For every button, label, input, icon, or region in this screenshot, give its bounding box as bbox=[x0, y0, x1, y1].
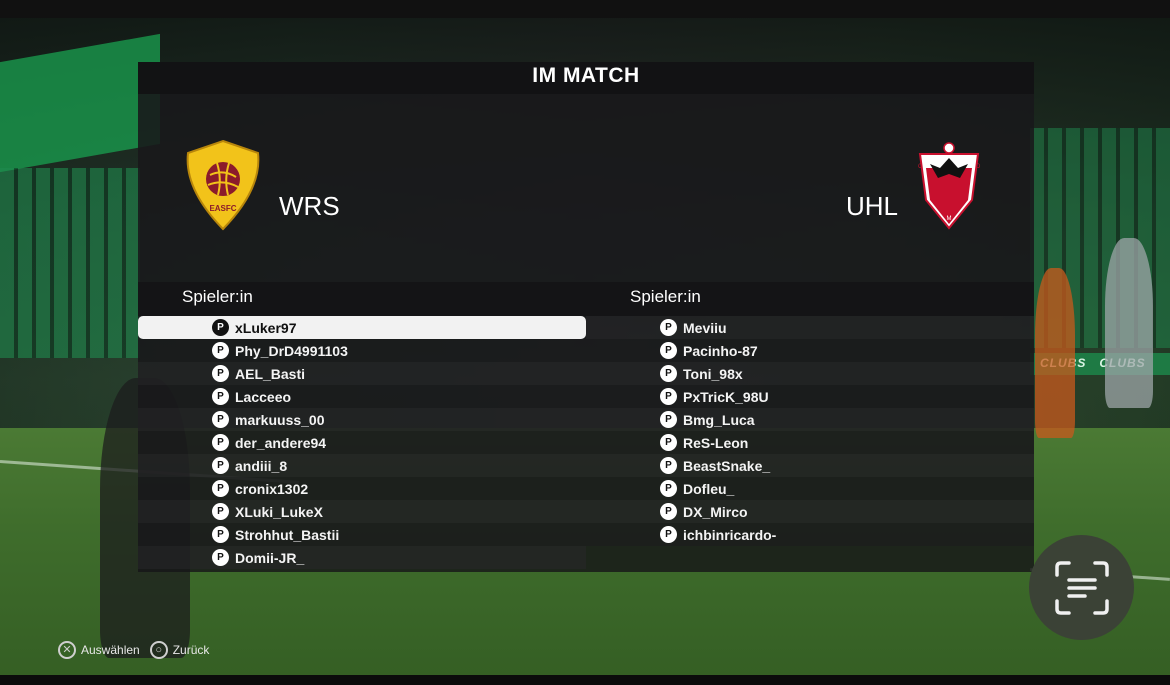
player-name: ichbinricardo- bbox=[683, 526, 777, 543]
player-name: Strohhut_Bastii bbox=[235, 526, 340, 543]
playstation-icon: P bbox=[212, 342, 229, 359]
home-column-header: Spieler:in bbox=[138, 282, 586, 316]
player-row[interactable]: P BeastSnake_ bbox=[586, 454, 1034, 477]
player-row[interactable]: P PxTricK_98U bbox=[586, 385, 1034, 408]
playstation-icon: P bbox=[660, 480, 677, 497]
player-name: XLuki_LukeX bbox=[235, 503, 323, 520]
steward bbox=[1035, 268, 1075, 438]
player-name: DX_Mirco bbox=[683, 503, 748, 520]
away-player-list: P Meviiu P Pacinho-87 P Toni_98x P PxTricK_98U P… bbox=[586, 316, 1034, 546]
player-row[interactable]: P Lacceeo bbox=[138, 385, 586, 408]
player-row[interactable]: P Phy_DrD4991103 bbox=[138, 339, 586, 362]
player-name: Meviiu bbox=[683, 319, 727, 336]
playstation-icon: P bbox=[660, 388, 677, 405]
playstation-icon: P bbox=[660, 526, 677, 543]
ea-banner bbox=[0, 33, 160, 173]
playstation-icon: P bbox=[212, 388, 229, 405]
playstation-icon: P bbox=[212, 457, 229, 474]
player-name: ReS-Leon bbox=[683, 434, 749, 451]
select-hint[interactable]: ✕ Auswählen bbox=[58, 641, 140, 659]
player-row[interactable]: P Meviiu bbox=[586, 316, 1034, 339]
player-name: BeastSnake_ bbox=[683, 457, 771, 474]
svg-text:M: M bbox=[947, 216, 952, 222]
player-row[interactable]: P Toni_98x bbox=[586, 362, 1034, 385]
svg-text:D: D bbox=[976, 164, 981, 170]
playstation-icon: P bbox=[212, 503, 229, 520]
back-hint-label: Zurück bbox=[172, 643, 210, 657]
player-row[interactable]: P Domii-JR_ bbox=[138, 546, 586, 569]
away-column-header: Spieler:in bbox=[586, 282, 1034, 316]
away-crest-icon: C D M bbox=[918, 142, 981, 230]
player-row[interactable]: P Bmg_Luca bbox=[586, 408, 1034, 431]
player-row[interactable]: P AEL_Basti bbox=[138, 362, 586, 385]
player-name: xLuker97 bbox=[235, 319, 297, 336]
playstation-icon: P bbox=[212, 319, 229, 336]
player-name: markuuss_00 bbox=[235, 411, 325, 428]
cross-button-icon: ✕ bbox=[58, 641, 76, 659]
button-hints: ✕ Auswählen ○ Zurück bbox=[58, 641, 219, 659]
player-row[interactable]: P DX_Mirco bbox=[586, 500, 1034, 523]
playstation-icon: P bbox=[660, 411, 677, 428]
player-name: Bmg_Luca bbox=[683, 411, 755, 428]
playstation-icon: P bbox=[660, 319, 677, 336]
away-team-name: UHL bbox=[846, 191, 899, 221]
svg-text:EASFC: EASFC bbox=[209, 204, 236, 213]
player-name: Dofleu_ bbox=[683, 480, 735, 497]
text-scan-icon bbox=[1054, 560, 1109, 615]
stand-seats-left bbox=[0, 168, 140, 358]
im-match-panel: IM MATCH EASFC WRS UHL C D M Spieler:in … bbox=[138, 62, 1034, 572]
playstation-icon: P bbox=[212, 549, 229, 566]
playstation-icon: P bbox=[212, 411, 229, 428]
circle-button-icon: ○ bbox=[149, 641, 168, 659]
panel-title: IM MATCH bbox=[138, 62, 1034, 94]
playstation-icon: P bbox=[212, 526, 229, 543]
player-row[interactable]: P ReS-Leon bbox=[586, 431, 1034, 454]
playstation-icon: P bbox=[212, 434, 229, 451]
home-team-name: WRS bbox=[279, 191, 340, 221]
player-row[interactable]: P Pacinho-87 bbox=[586, 339, 1034, 362]
playstation-icon: P bbox=[212, 365, 229, 382]
player-name: PxTricK_98U bbox=[683, 388, 769, 405]
player-name: Lacceeo bbox=[235, 388, 292, 405]
playstation-icon: P bbox=[660, 342, 677, 359]
player-row[interactable]: PxLuker97 bbox=[138, 316, 586, 339]
bottom-letterbox bbox=[0, 675, 1170, 685]
player-name: Phy_DrD4991103 bbox=[235, 342, 348, 359]
player-row[interactable]: P Dofleu_ bbox=[586, 477, 1034, 500]
player-row[interactable]: Pcronix1302 bbox=[138, 477, 586, 500]
playstation-icon: P bbox=[660, 457, 677, 474]
home-player-list: PxLuker97 P Phy_DrD4991103 P AEL_Basti P Lacce… bbox=[138, 316, 586, 569]
playstation-icon: P bbox=[660, 503, 677, 520]
player-name: Domii-JR_ bbox=[235, 549, 305, 566]
svg-text:C: C bbox=[918, 164, 923, 170]
player-row[interactable]: P Strohhut_Bastii bbox=[138, 523, 586, 546]
spectator bbox=[1105, 238, 1153, 408]
player-row[interactable]: Pandiii_8 bbox=[138, 454, 586, 477]
home-crest-icon: EASFC bbox=[186, 139, 260, 231]
playstation-icon: P bbox=[660, 365, 677, 382]
team-header bbox=[138, 94, 1034, 282]
player-name: Pacinho-87 bbox=[683, 342, 758, 359]
top-letterbox bbox=[0, 0, 1170, 18]
text-scan-button[interactable] bbox=[1029, 535, 1134, 640]
playstation-icon: P bbox=[212, 480, 229, 497]
playstation-icon: P bbox=[660, 434, 677, 451]
player-row[interactable]: Pmarkuuss_00 bbox=[138, 408, 586, 431]
player-name: cronix1302 bbox=[235, 480, 309, 497]
player-name: der_andere94 bbox=[235, 434, 327, 451]
player-name: andiii_8 bbox=[235, 457, 288, 474]
player-row[interactable]: Pichbinricardo- bbox=[586, 523, 1034, 546]
back-hint[interactable]: ○ Zurück bbox=[149, 641, 210, 659]
player-row[interactable]: P XLuki_LukeX bbox=[138, 500, 586, 523]
player-name: Toni_98x bbox=[683, 365, 743, 382]
player-name: AEL_Basti bbox=[235, 365, 306, 382]
player-row[interactable]: Pder_andere94 bbox=[138, 431, 586, 454]
select-hint-label: Auswählen bbox=[81, 643, 140, 657]
